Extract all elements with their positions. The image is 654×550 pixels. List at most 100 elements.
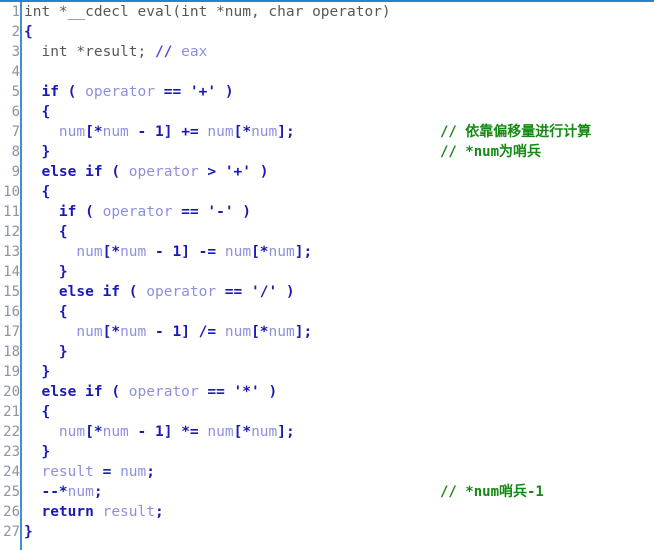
token-op: * — [259, 324, 269, 340]
token-var: num — [120, 324, 147, 340]
line-number: 14 — [3, 264, 20, 280]
token-var: num — [224, 244, 252, 260]
code-line-text: int *result; // eax — [24, 42, 207, 62]
code-line[interactable]: { — [24, 222, 654, 242]
code-line[interactable]: else if ( operator > '+' ) — [24, 162, 654, 182]
code-line-text: else if ( operator > '+' ) — [24, 162, 268, 182]
line-number: 10 — [3, 184, 20, 200]
code-line[interactable]: num[*num - 1] -= num[*num]; — [24, 242, 654, 262]
line-number: 1 — [11, 4, 20, 20]
line-number: 24 — [3, 464, 20, 480]
token-char: '-' — [207, 204, 234, 220]
code-line[interactable]: int *result; // eax — [24, 42, 654, 62]
code-line-text: --*num; — [24, 482, 102, 502]
token-var: operator — [102, 204, 173, 220]
token-var: num — [251, 124, 278, 140]
token-kw: if — [58, 204, 77, 220]
token-op: - — [128, 124, 155, 140]
code-line-text: { — [24, 102, 50, 122]
code-line-text: { — [24, 302, 68, 322]
line-number: 8 — [11, 144, 20, 160]
code-line[interactable]: } — [24, 342, 654, 362]
token-punc: { — [24, 24, 33, 40]
code-line[interactable]: num[*num - 1] *= num[*num]; — [24, 422, 654, 442]
code-line[interactable]: { — [24, 22, 654, 42]
code-line[interactable]: int *__cdecl eval(int *num, char operato… — [24, 2, 654, 22]
code-line[interactable]: if ( operator == '-' ) — [24, 202, 654, 222]
code-line[interactable]: } — [24, 522, 654, 542]
line-number: 7 — [11, 124, 20, 140]
token-var: num — [120, 244, 147, 260]
token-var: operator — [128, 164, 199, 180]
token-punc: [ — [85, 124, 94, 140]
token-op: == — [198, 384, 234, 400]
line-number: 11 — [3, 204, 20, 220]
code-line[interactable]: else if ( operator == '/' ) — [24, 282, 654, 302]
code-line[interactable]: { — [24, 102, 654, 122]
token-char: '+' — [224, 164, 252, 180]
code-line-text: { — [24, 222, 68, 242]
token-var: num — [102, 424, 129, 440]
code-line[interactable]: } // *num为哨兵 — [24, 142, 654, 162]
code-line[interactable]: num[*num - 1] += num[*num]; // 依靠偏移量进行计算 — [24, 122, 654, 142]
line-number: 18 — [3, 344, 20, 360]
token-punc: { — [41, 104, 51, 120]
line-number: 22 — [3, 424, 20, 440]
token-var: num — [268, 324, 295, 340]
code-line[interactable]: if ( operator == '+' ) — [24, 82, 654, 102]
token-var: num — [76, 324, 103, 340]
code-line[interactable]: } — [24, 362, 654, 382]
token-punc: { — [41, 184, 51, 200]
token-op: /= — [189, 324, 225, 340]
line-number: 17 — [3, 324, 20, 340]
code-line-text: result = num; — [24, 462, 155, 482]
token-op: * — [93, 124, 103, 140]
code-line[interactable]: --*num; // *num哨兵-1 — [24, 482, 654, 502]
code-line[interactable]: return result; — [24, 502, 654, 522]
code-line[interactable]: num[*num - 1] /= num[*num]; — [24, 322, 654, 342]
line-number: 4 — [11, 64, 20, 80]
code-line[interactable]: } — [24, 262, 654, 282]
token-punc: ]; — [277, 424, 295, 440]
code-line-text: else if ( operator == '/' ) — [24, 282, 295, 302]
code-line[interactable]: else if ( operator == '*' ) — [24, 382, 654, 402]
token-plain: int *result; — [24, 44, 155, 60]
token-op: = — [93, 464, 121, 480]
token-op: *= — [172, 424, 208, 440]
line-number-gutter[interactable]: 1 2 3 4 5 6 7 8 9 10 11 12 13 14 15 16 17 18 19 20 21 22 23 24 2… — [0, 2, 22, 550]
code-line-text: } — [24, 142, 50, 162]
token-punc: ) — [259, 384, 278, 400]
token-punc: [ — [85, 424, 94, 440]
token-var: num — [207, 424, 234, 440]
token-op: == — [154, 84, 190, 100]
code-line[interactable] — [24, 62, 654, 82]
token-op: * — [242, 424, 252, 440]
code-line-text: { — [24, 22, 33, 42]
code-line[interactable]: { — [24, 402, 654, 422]
token-punc: ( — [128, 284, 147, 300]
token-var: operator — [128, 384, 199, 400]
code-line[interactable]: { — [24, 302, 654, 322]
code-editor[interactable]: 1 2 3 4 5 6 7 8 9 10 11 12 13 14 15 16 17 18 19 20 21 22 23 24 2… — [0, 0, 654, 550]
code-line[interactable]: } — [24, 442, 654, 462]
code-line-text: if ( operator == '+' ) — [24, 82, 233, 102]
inline-comment: // *num哨兵-1 — [440, 484, 544, 500]
code-line[interactable]: { — [24, 182, 654, 202]
code-content-area[interactable]: int *__cdecl eval(int *num, char operato… — [24, 2, 654, 550]
token-kw: return — [41, 504, 94, 520]
token-var: operator — [146, 284, 217, 300]
code-line[interactable]: result = num; — [24, 462, 654, 482]
